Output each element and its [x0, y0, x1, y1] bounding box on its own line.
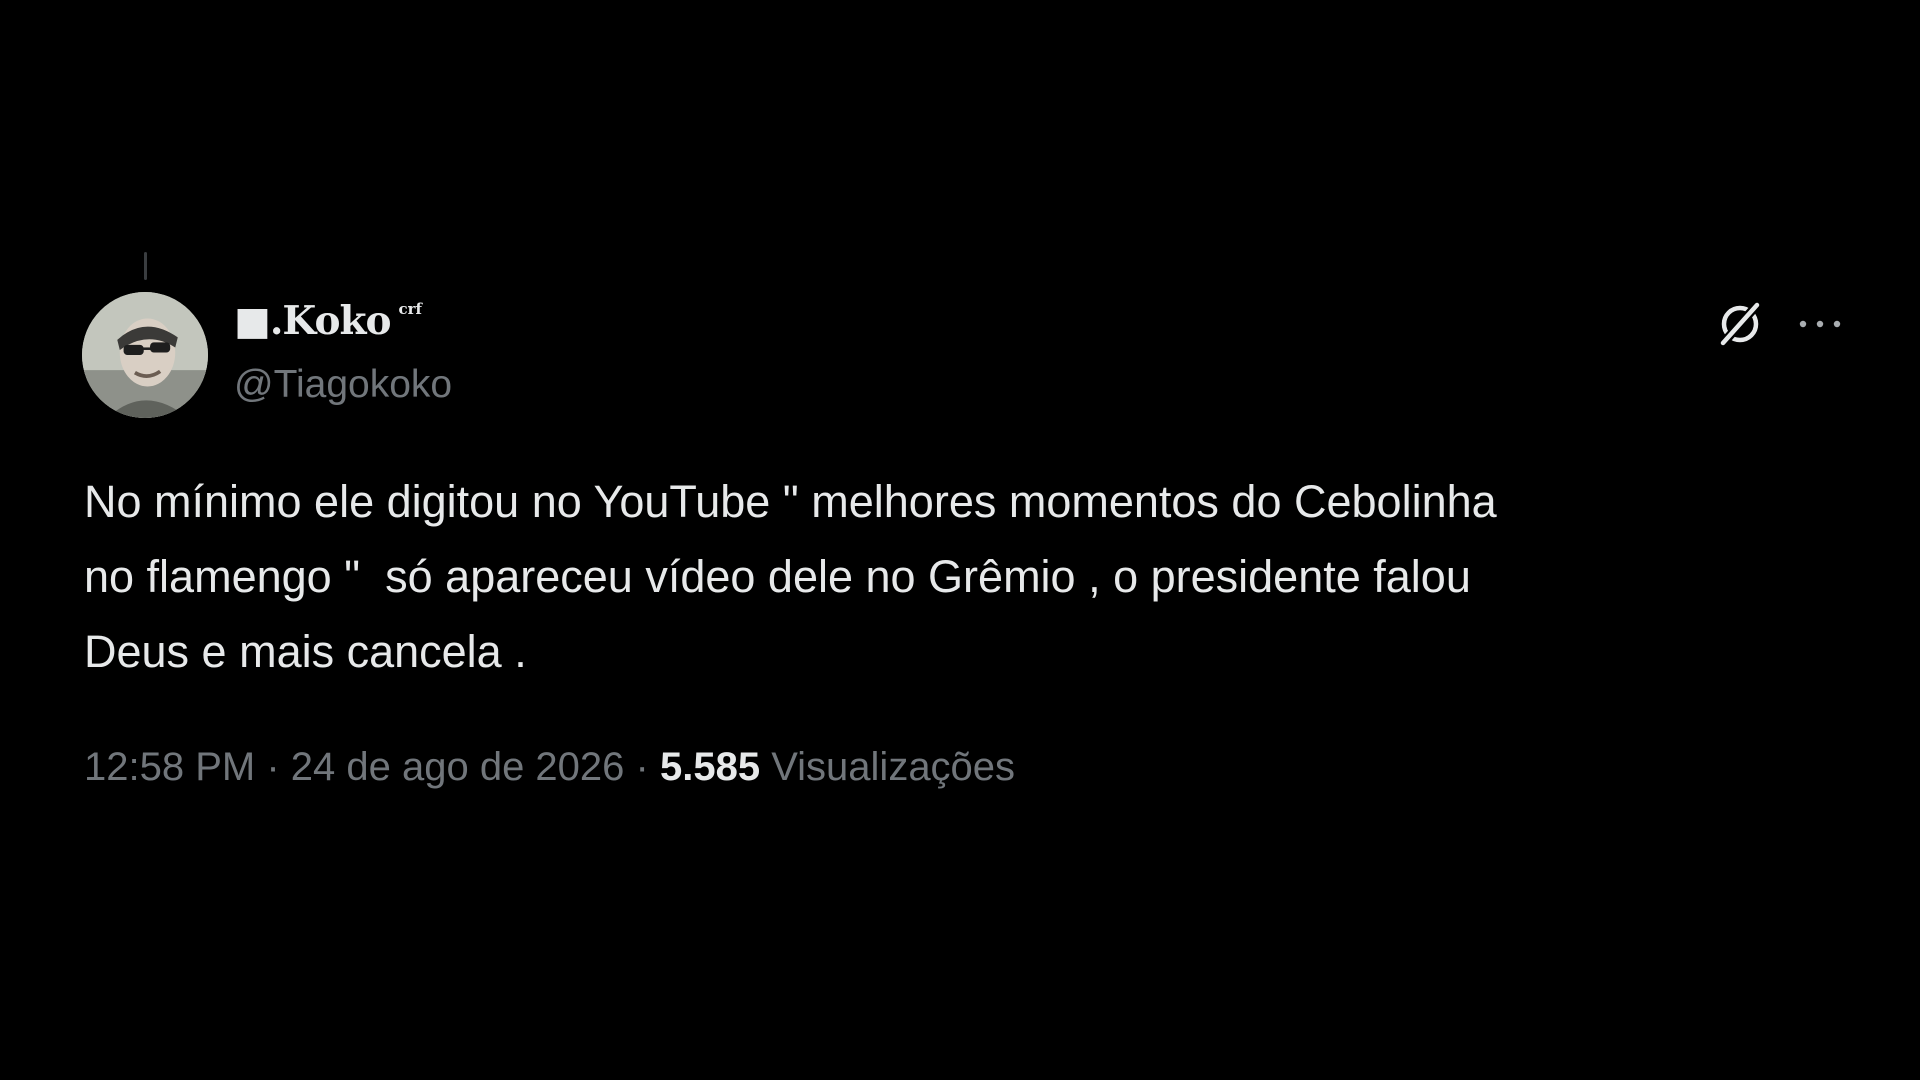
views-count[interactable]: 5.585: [660, 745, 760, 789]
thread-connector-line: [144, 252, 147, 280]
tweet-text-line: Deus e mais cancela .: [84, 626, 527, 677]
grok-icon: [1720, 302, 1761, 346]
meta-separator: ·: [624, 745, 660, 789]
display-name[interactable]: ■.Koko: [234, 296, 392, 346]
tweet-date[interactable]: 24 de ago de 2026: [291, 745, 625, 789]
display-name-suffix: crf: [398, 300, 423, 318]
tweet-meta: 12:58 PM · 24 de ago de 2026 · 5.585 Vis…: [84, 742, 1015, 792]
more-options-button[interactable]: [1796, 304, 1844, 344]
grok-button[interactable]: [1712, 296, 1768, 352]
tweet-time[interactable]: 12:58 PM: [84, 745, 255, 789]
display-name-row[interactable]: ■.Koko crf: [234, 296, 422, 346]
views-label[interactable]: Visualizações: [771, 745, 1015, 789]
more-horizontal-icon: [1799, 320, 1841, 328]
avatar[interactable]: [82, 292, 208, 418]
user-handle[interactable]: @Tiagokoko: [234, 360, 452, 410]
tweet-card: ■.Koko crf @Tiagokoko No mínimo ele digi…: [0, 0, 1920, 1080]
tweet-text-line: no flamengo " só apareceu vídeo dele no …: [84, 551, 1471, 602]
avatar-image: [82, 292, 208, 418]
meta-separator: ·: [255, 745, 291, 789]
tweet-text-line: No mínimo ele digitou no YouTube " melho…: [84, 476, 1497, 527]
tweet-text: No mínimo ele digitou no YouTube " melho…: [84, 464, 1844, 689]
